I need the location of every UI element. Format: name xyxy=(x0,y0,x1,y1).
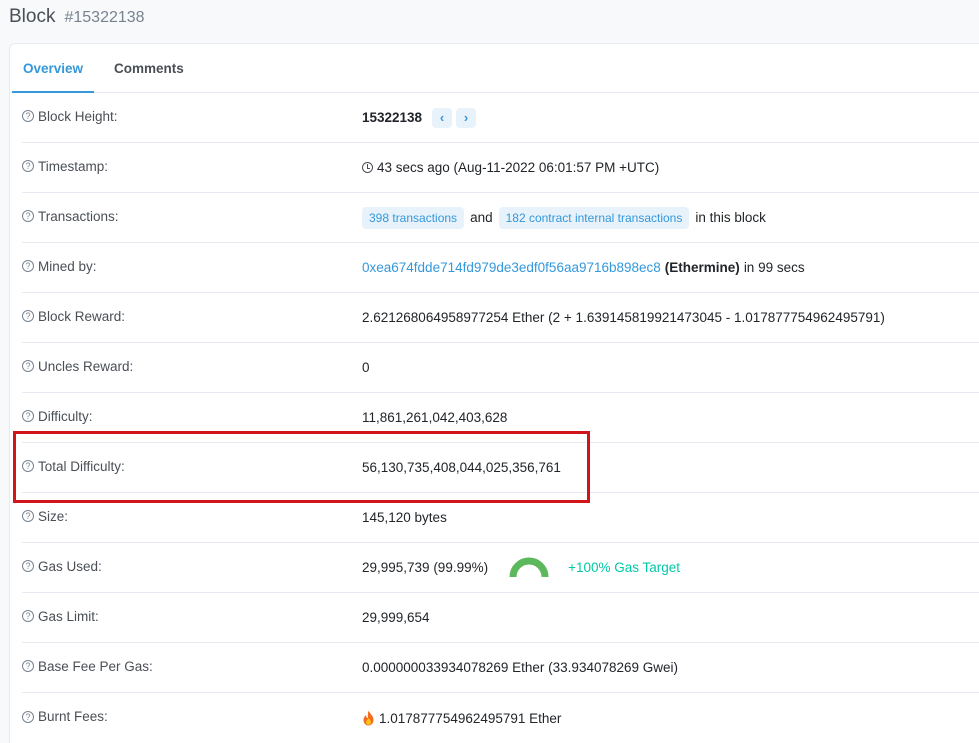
clock-icon xyxy=(362,162,373,173)
question-circle-icon[interactable]: ? xyxy=(22,360,34,372)
row-gas-limit: ? Gas Limit: 29,999,654 xyxy=(22,593,979,643)
block-reward-value: 2.621268064958977254 Ether (2 + 1.639145… xyxy=(362,310,885,325)
row-burnt-fees: ? Burnt Fees: 1.017877754962495791 Ether xyxy=(22,693,979,743)
block-overview-card: Overview Comments ? Block Height: 1532213… xyxy=(9,43,979,743)
row-mined-by: ? Mined by: 0xea674fdde714fd979de3edf0f56… xyxy=(22,243,979,293)
miner-address-link[interactable]: 0xea674fdde714fd979de3edf0f56aa9716b898e… xyxy=(362,260,661,275)
row-difficulty: ? Difficulty: 11,861,261,042,403,628 xyxy=(22,393,979,443)
gas-limit-value: 29,999,654 xyxy=(362,610,430,625)
row-total-difficulty: ? Total Difficulty: 56,130,735,408,044,02… xyxy=(22,443,979,493)
row-label: Difficulty: xyxy=(38,408,93,424)
question-circle-icon[interactable]: ? xyxy=(22,210,34,222)
row-uncles-reward: ? Uncles Reward: 0 xyxy=(22,343,979,393)
flame-icon xyxy=(363,710,374,726)
gas-used-value: 29,995,739 (99.99%) xyxy=(362,560,489,575)
chevron-right-icon: › xyxy=(463,110,469,125)
gas-target-text: +100% Gas Target xyxy=(568,560,681,575)
row-label: Mined by: xyxy=(38,258,97,274)
prev-block-button[interactable]: ‹ xyxy=(432,107,453,128)
miner-pool-name: (Ethermine) xyxy=(664,260,740,275)
row-transactions: ? Transactions: 398 transactions and 182 … xyxy=(22,193,979,243)
gas-used-gauge-icon xyxy=(509,557,549,577)
question-circle-icon[interactable]: ? xyxy=(22,260,34,272)
row-label: Base Fee Per Gas: xyxy=(38,658,153,674)
size-value: 145,120 bytes xyxy=(362,510,447,525)
block-height-value: 15322138 xyxy=(362,110,423,125)
tab-bar: Overview Comments xyxy=(10,44,979,93)
question-circle-icon[interactable]: ? xyxy=(22,660,34,672)
row-base-fee: ? Base Fee Per Gas: 0.000000033934078269 … xyxy=(22,643,979,693)
next-block-button[interactable]: › xyxy=(456,107,477,128)
timestamp-value: 43 secs ago (Aug-11-2022 06:01:57 PM +UT… xyxy=(377,160,660,175)
question-circle-icon[interactable]: ? xyxy=(22,410,34,422)
question-circle-icon[interactable]: ? xyxy=(22,310,34,322)
page-title: Block xyxy=(9,6,56,27)
row-size: ? Size: 145,120 bytes xyxy=(22,493,979,543)
row-label: Gas Used: xyxy=(38,558,102,574)
chevron-left-icon: ‹ xyxy=(439,110,445,125)
row-label: Block Height: xyxy=(38,108,118,124)
row-label: Gas Limit: xyxy=(38,608,99,624)
row-label: Block Reward: xyxy=(38,308,126,324)
question-circle-icon[interactable]: ? xyxy=(22,560,34,572)
row-label: Timestamp: xyxy=(38,158,109,174)
row-timestamp: ? Timestamp: 43 secs ago (Aug-11-2022 06:… xyxy=(22,143,979,193)
row-block-height: ? Block Height: 15322138 ‹ › xyxy=(22,93,979,143)
question-circle-icon[interactable]: ? xyxy=(22,110,34,122)
row-label: Burnt Fees: xyxy=(38,709,108,724)
block-number: #15322138 xyxy=(64,9,145,26)
tab-overview[interactable]: Overview xyxy=(12,44,95,93)
question-circle-icon[interactable]: ? xyxy=(22,510,34,522)
base-fee-value: 0.000000033934078269 Ether (33.934078269… xyxy=(362,660,679,675)
row-gas-used: ? Gas Used: 29,995,739 (99.99%) +100% Gas… xyxy=(22,543,979,593)
question-circle-icon[interactable]: ? xyxy=(22,460,34,472)
tab-comments[interactable]: Comments xyxy=(103,44,195,92)
question-circle-icon[interactable]: ? xyxy=(22,160,34,172)
row-label: Transactions: xyxy=(38,208,119,224)
transactions-suffix: in this block xyxy=(695,210,766,225)
row-block-reward: ? Block Reward: 2.621268064958977254 Ethe… xyxy=(22,293,979,343)
page-header: Block #15322138 xyxy=(9,6,145,36)
and-text: and xyxy=(470,210,493,225)
question-circle-icon[interactable]: ? xyxy=(22,710,34,723)
uncles-reward-value: 0 xyxy=(362,360,370,375)
question-circle-icon[interactable]: ? xyxy=(22,610,34,622)
burnt-fees-value: 1.017877754962495791 Ether xyxy=(379,710,562,726)
difficulty-value: 11,861,261,042,403,628 xyxy=(362,410,508,425)
row-label: Total Difficulty: xyxy=(38,458,125,474)
transactions-badge[interactable]: 398 transactions xyxy=(362,206,465,229)
row-label: Size: xyxy=(38,508,69,524)
internal-transactions-badge[interactable]: 182 contract internal transactions xyxy=(498,206,690,229)
row-label: Uncles Reward: xyxy=(38,358,134,374)
block-details: ? Block Height: 15322138 ‹ › ? Timestamp: … xyxy=(10,93,979,743)
mined-duration: in 99 secs xyxy=(743,260,805,275)
total-difficulty-value: 56,130,735,408,044,025,356,761 xyxy=(362,460,561,475)
